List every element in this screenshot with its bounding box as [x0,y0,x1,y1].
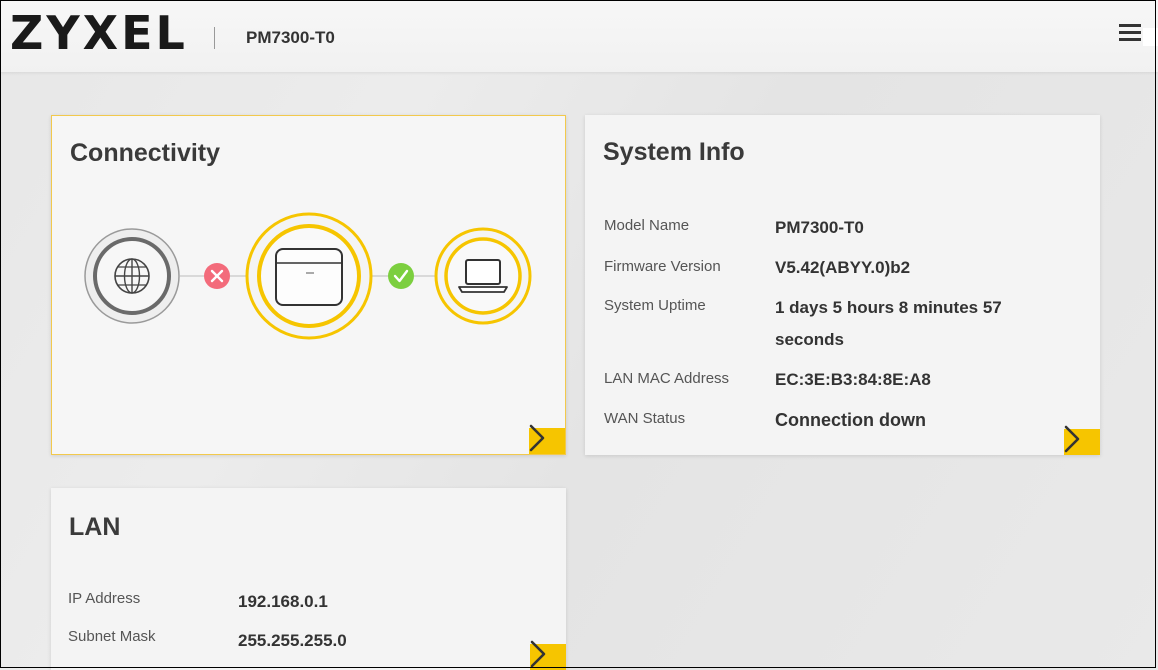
lan-more-button[interactable] [530,640,566,670]
system-info-title: System Info [603,138,745,166]
globe-icon [84,228,180,324]
zyxel-logo: ZYXEL [10,6,188,60]
system-uptime-label: System Uptime [604,297,706,314]
connected-status-icon [388,263,414,289]
connectivity-diagram [84,212,532,340]
lan-card[interactable]: LAN IP Address 192.168.0.1 Subnet Mask 2… [51,488,566,670]
top-header: ZYXEL PM7300-T0 [0,0,1158,72]
lan-mac-address-value: EC:3E:B3:84:8E:A8 [775,370,931,389]
connectivity-more-button[interactable] [529,424,565,454]
system-info-more-button[interactable] [1064,425,1100,455]
ip-address-value: 192.168.0.1 [238,592,328,611]
subnet-mask-label: Subnet Mask [68,628,156,645]
system-uptime-value-line2: seconds [775,330,844,349]
system-info-card[interactable]: System Info Model Name PM7300-T0 Firmwar… [585,115,1100,455]
disconnected-status-icon [204,263,230,289]
lan-title: LAN [69,513,121,541]
header-divider [214,27,215,49]
model-name-label: Model Name [604,217,690,234]
device-model-title: PM7300-T0 [246,28,335,47]
router-icon [245,212,373,340]
ip-address-label: IP Address [68,590,141,607]
firmware-version-value: V5.42(ABYY.0)b2 [775,258,911,277]
subnet-mask-value: 255.255.255.0 [238,631,347,650]
system-uptime-value-line1: 1 days 5 hours 8 minutes 57 [775,298,1002,317]
wan-status-label: WAN Status [604,410,686,427]
lan-mac-address-label: LAN MAC Address [604,370,730,387]
firmware-version-label: Firmware Version [604,258,721,275]
hamburger-menu-icon[interactable] [1119,22,1141,42]
model-name-value: PM7300-T0 [775,218,864,237]
connectivity-card[interactable]: Connectivity [51,115,566,455]
laptop-icon [434,227,532,325]
wan-status-value: Connection down [775,410,926,430]
